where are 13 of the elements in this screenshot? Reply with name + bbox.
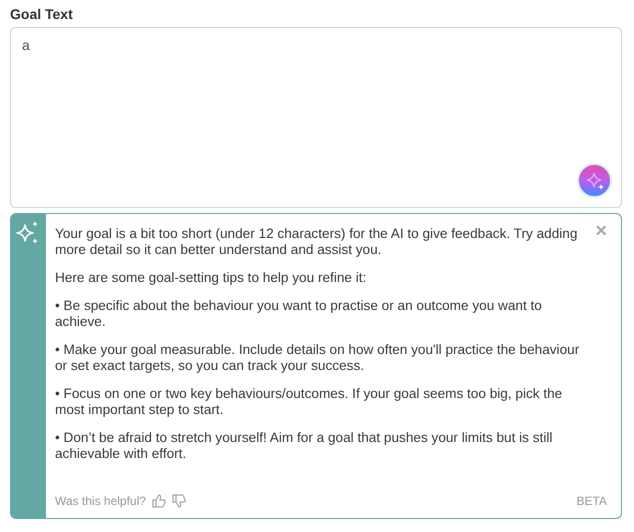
feedback-paragraph: Your goal is a bit too short (under 12 characters) for the AI to give feedback. Try adding more detail so it can better understand and assist you.	[55, 226, 578, 258]
feedback-paragraph: • Make your goal measurable. Include details on how often you'll practice the behaviour or set exact targets, so you can track your success.	[55, 342, 580, 374]
feedback-paragraph: • Don’t be afraid to stretch yourself! Aim for a goal that pushes your limits but is still achievable with effort.	[55, 430, 554, 462]
feedback-paragraph: • Be specific about the behaviour you want to practise or an outcome you want to achieve.	[55, 298, 543, 330]
helpful-prompt: Was this helpful?	[55, 494, 146, 508]
feedback-paragraph: • Focus on one or two key behaviours/outcomes. If your goal seems too big, pick the most important step to start.	[55, 386, 564, 418]
field-label: Goal Text	[10, 5, 74, 24]
thumbs-up-icon[interactable]	[152, 494, 166, 508]
beta-label: BETA	[576, 494, 607, 508]
thumbs-down-icon[interactable]	[172, 494, 186, 508]
feedback-paragraph: Here are some goal-setting tips to help you refine it:	[55, 270, 368, 286]
sparkle-icon	[16, 220, 40, 246]
goal-field[interactable]: a	[10, 27, 622, 208]
